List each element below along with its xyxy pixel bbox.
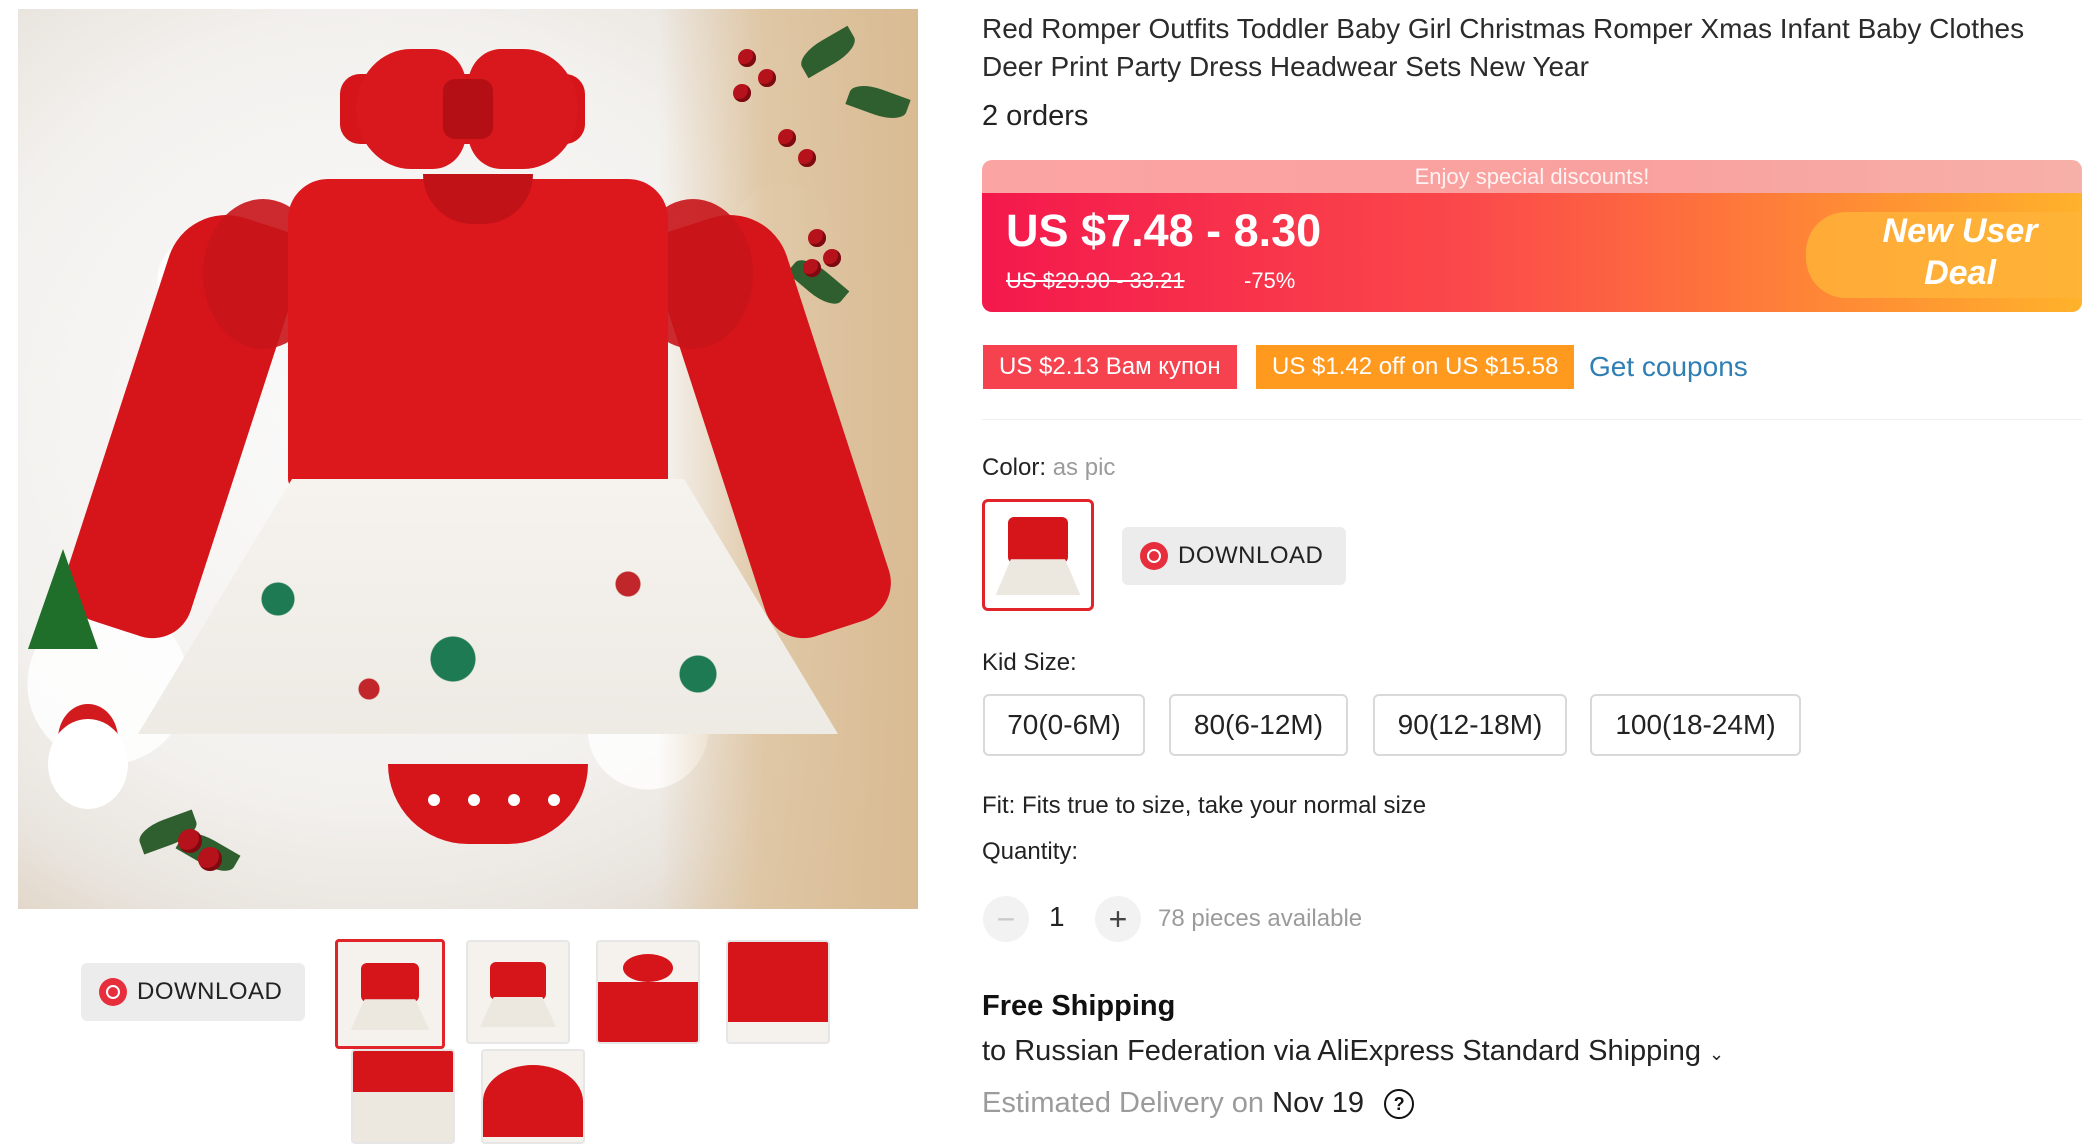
image-download-button[interactable]: DOWNLOAD xyxy=(81,963,305,1021)
snap-button xyxy=(468,794,480,806)
snap-button xyxy=(548,794,560,806)
holly-berry xyxy=(778,129,796,147)
current-price: US $7.48 - 8.30 xyxy=(1006,205,1322,256)
fit-note: Fit: Fits true to size, take your normal… xyxy=(982,792,1427,819)
size-option[interactable]: 70(0-6M) xyxy=(983,694,1145,756)
gallery-thumbnail[interactable] xyxy=(466,940,570,1044)
holly-berry xyxy=(198,847,222,871)
badge-line: New User xyxy=(1882,212,2038,250)
download-label: DOWNLOAD xyxy=(1178,542,1324,569)
quantity-decrease-button[interactable]: − xyxy=(983,896,1029,942)
holly-berry xyxy=(798,149,816,167)
free-shipping-title: Free Shipping xyxy=(982,990,1176,1022)
download-icon xyxy=(99,978,127,1006)
quantity-value[interactable]: 1 xyxy=(1049,901,1065,933)
holly-berry xyxy=(808,229,826,247)
color-value: as pic xyxy=(1052,454,1116,481)
coupon-1-label: US $2.13 Вам купон xyxy=(999,353,1221,380)
holly-berry xyxy=(733,84,751,102)
size-label: Kid Size: xyxy=(982,649,1077,676)
download-icon xyxy=(1140,542,1168,570)
divider xyxy=(982,419,2082,420)
quantity-increase-button[interactable]: + xyxy=(1095,896,1141,942)
discount-percent: -75% xyxy=(1244,268,1296,293)
gallery-thumbnail[interactable] xyxy=(335,939,445,1049)
orders-count: 2 orders xyxy=(982,100,1089,132)
coupon-1[interactable]: US $2.13 Вам купон xyxy=(983,345,1237,389)
coupon-2-label: US $1.42 off on US $15.58 xyxy=(1272,353,1559,380)
product-main-image[interactable] xyxy=(18,9,918,909)
shipping-method: to Russian Federation via AliExpress Sta… xyxy=(982,1035,1701,1067)
color-swatch-as-pic[interactable] xyxy=(982,499,1094,611)
promo-banner-text: Enjoy special discounts! xyxy=(1414,164,1650,189)
gallery-thumbnail[interactable] xyxy=(481,1049,585,1144)
holly-berry xyxy=(178,829,202,853)
original-price: US $29.90 - 33.21 xyxy=(1006,268,1185,293)
chevron-down-icon: ⌄ xyxy=(1708,1044,1725,1064)
gallery-thumbnail[interactable] xyxy=(726,940,830,1044)
coupon-2[interactable]: US $1.42 off on US $15.58 xyxy=(1256,345,1575,389)
size-option[interactable]: 100(18-24M) xyxy=(1590,694,1801,756)
size-option[interactable]: 90(12-18M) xyxy=(1373,694,1567,756)
size-option[interactable]: 80(6-12M) xyxy=(1169,694,1348,756)
holly-berry xyxy=(738,49,756,67)
holly-berry xyxy=(803,259,821,277)
quantity-available: 78 pieces available xyxy=(1158,905,1363,932)
color-label-row: Color: as pic xyxy=(982,454,1115,482)
estimated-delivery: Estimated Delivery on Nov 19 ? xyxy=(982,1087,1415,1120)
headband-bow-knot xyxy=(443,79,493,139)
gallery-thumbnail[interactable] xyxy=(351,1049,455,1144)
santa-ornament xyxy=(48,719,128,809)
estimated-date: Nov 19 xyxy=(1272,1087,1365,1119)
color-label: Color: xyxy=(982,454,1047,481)
download-label: DOWNLOAD xyxy=(137,978,283,1005)
new-user-deal-badge: New User Deal xyxy=(1850,210,2070,294)
color-download-button[interactable]: DOWNLOAD xyxy=(1122,527,1346,585)
snap-button xyxy=(508,794,520,806)
help-icon[interactable]: ? xyxy=(1384,1089,1415,1120)
get-coupons-link[interactable]: Get coupons xyxy=(1589,351,1748,383)
holly-berry xyxy=(758,69,776,87)
product-title: Red Romper Outfits Toddler Baby Girl Chr… xyxy=(982,13,2025,82)
estimated-label: Estimated Delivery on xyxy=(982,1087,1265,1119)
holly-berry xyxy=(823,249,841,267)
quantity-label: Quantity: xyxy=(982,838,1079,865)
badge-line: Deal xyxy=(1924,254,1996,292)
gallery-thumbnail[interactable] xyxy=(596,940,700,1044)
shipping-destination[interactable]: to Russian Federation via AliExpress Sta… xyxy=(982,1035,1724,1068)
romper-bodice xyxy=(288,179,668,489)
snap-button xyxy=(428,794,440,806)
